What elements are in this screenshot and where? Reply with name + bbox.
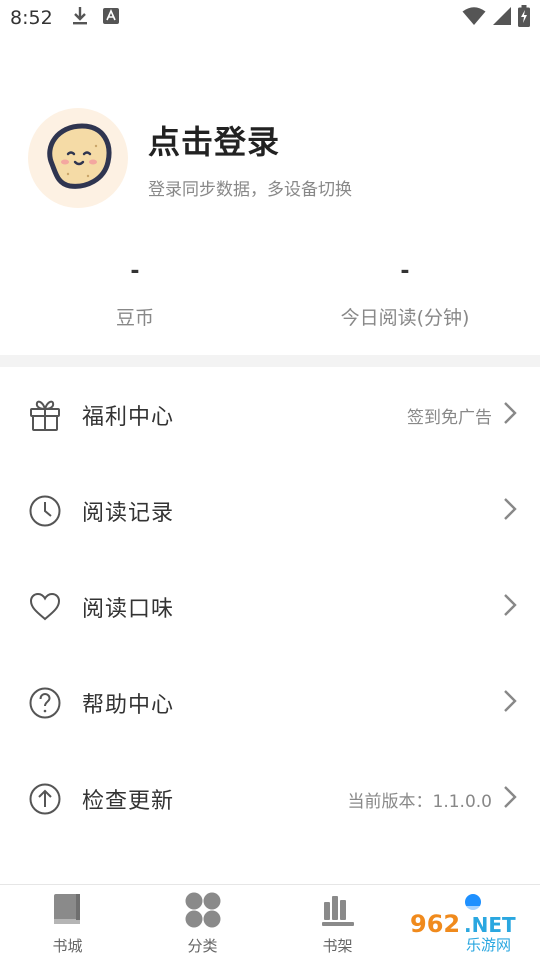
menu-item-label: 帮助中心 [82, 693, 175, 718]
watermark-logo: 962 .NET 乐游网 [404, 902, 532, 956]
stat-coins-label: 豆币 [115, 307, 154, 329]
tab-category[interactable]: 分类 [135, 885, 270, 960]
category-icon [183, 891, 223, 929]
menu-item-hint: 当前版本：1.1.0.0 [347, 791, 492, 812]
tab-bookshelf[interactable]: 书架 [270, 885, 405, 960]
stat-reading-time-value: - [400, 259, 410, 284]
status-bar: 8:52 [0, 0, 540, 36]
wifi-icon [462, 6, 486, 30]
chevron-right-icon [502, 496, 518, 526]
menu-item-hint: 签到免广告 [407, 407, 492, 428]
menu-item-taste[interactable]: 阅读口味 [0, 559, 540, 655]
login-title[interactable]: 点击登录 [148, 117, 352, 163]
book-icon [48, 891, 88, 929]
section-divider [0, 355, 540, 367]
help-icon [28, 686, 62, 720]
tab-label: 书城 [52, 937, 83, 955]
bookshelf-icon [318, 891, 358, 929]
signal-icon [492, 6, 512, 30]
svg-text:.NET: .NET [464, 913, 516, 937]
menu-item-label: 福利中心 [82, 405, 175, 430]
avatar[interactable] [28, 108, 128, 208]
clock-icon [28, 494, 62, 528]
svg-text:962: 962 [410, 910, 460, 938]
upgrade-icon [28, 782, 62, 816]
stats-row: - 豆币 - 今日阅读(分钟) [0, 255, 540, 345]
menu-item-check-update[interactable]: 检查更新 当前版本：1.1.0.0 [0, 751, 540, 847]
battery-icon [518, 5, 530, 31]
heart-icon [28, 590, 62, 624]
tab-label: 分类 [187, 937, 218, 955]
profile-header[interactable]: 点击登录 登录同步数据，多设备切换 [28, 108, 352, 208]
menu-item-history[interactable]: 阅读记录 [0, 463, 540, 559]
stat-coins-value: - [130, 259, 140, 284]
menu-list: 福利中心 签到免广告 阅读记录 阅读口味 帮助中心 检查更新 当前版本：1.1.… [0, 367, 540, 847]
chevron-right-icon [502, 400, 518, 430]
chevron-right-icon [502, 688, 518, 718]
gift-icon [28, 398, 62, 432]
menu-item-label: 阅读口味 [82, 597, 175, 622]
login-subtitle: 登录同步数据，多设备切换 [148, 179, 352, 200]
chevron-right-icon [502, 784, 518, 814]
menu-item-help[interactable]: 帮助中心 [0, 655, 540, 751]
keyboard-icon [102, 8, 119, 28]
status-time: 8:52 [10, 7, 53, 29]
tab-bookstore[interactable]: 书城 [0, 885, 135, 960]
tab-label: 书架 [322, 937, 353, 955]
download-icon [71, 6, 89, 30]
stat-reading-time-label: 今日阅读(分钟) [340, 307, 470, 329]
svg-text:乐游网: 乐游网 [466, 936, 511, 954]
potato-avatar-icon [38, 116, 118, 200]
stat-coins[interactable]: - 豆币 [0, 255, 270, 330]
menu-item-label: 检查更新 [82, 789, 175, 814]
chevron-right-icon [502, 592, 518, 622]
menu-item-label: 阅读记录 [82, 501, 175, 526]
stat-reading-time[interactable]: - 今日阅读(分钟) [270, 255, 540, 330]
menu-item-welfare[interactable]: 福利中心 签到免广告 [0, 367, 540, 463]
